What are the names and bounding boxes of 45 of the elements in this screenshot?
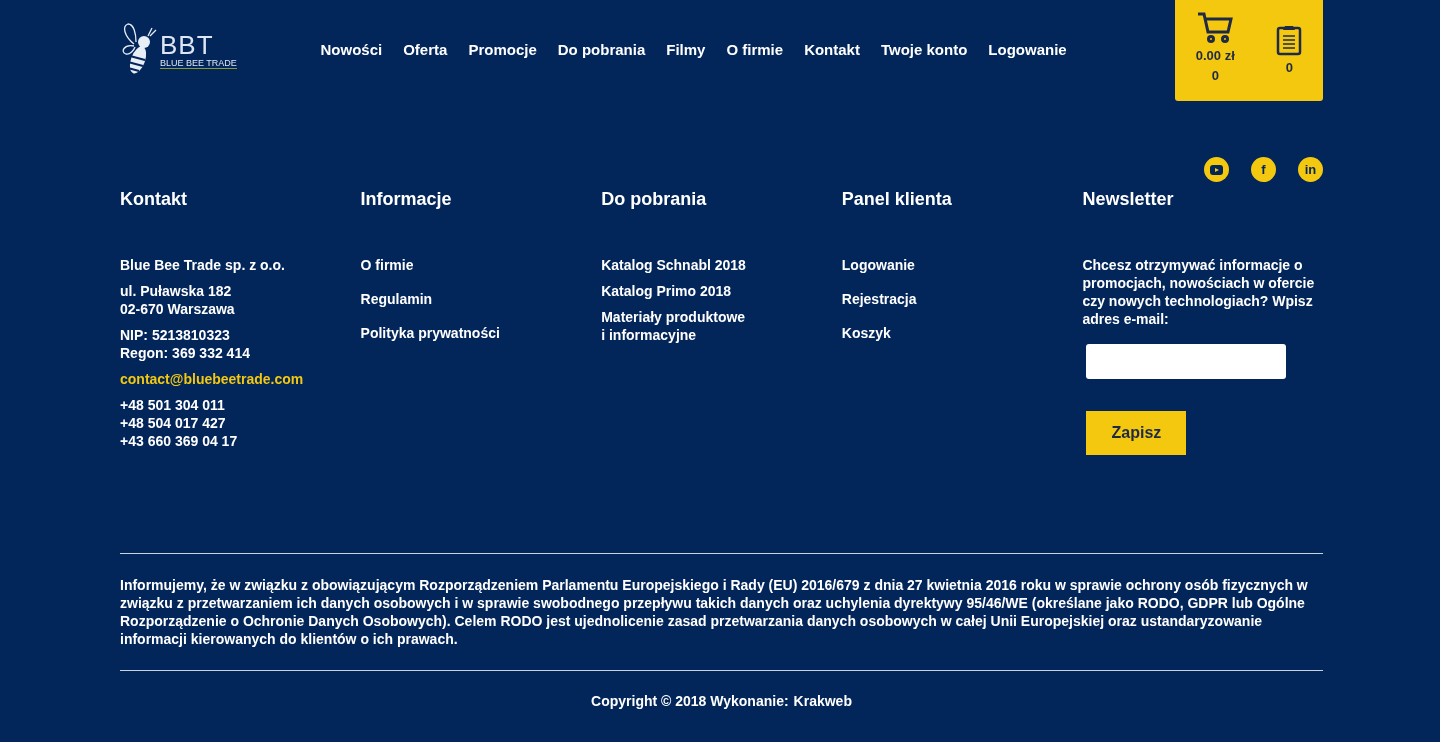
email-link[interactable]: contact@bluebeetrade.com — [120, 371, 304, 387]
facebook-icon[interactable]: f — [1251, 157, 1276, 182]
footer-link[interactable]: O firmie — [360, 256, 602, 274]
nav-link[interactable]: Oferta — [392, 41, 458, 58]
nav-link[interactable]: Twoje konto — [870, 41, 978, 58]
logo-subtitle: BLUE BEE TRADE — [160, 57, 237, 69]
nav-link[interactable]: Kontakt — [793, 41, 871, 58]
cart-icon — [1197, 12, 1234, 44]
column-heading: Do pobrania — [601, 189, 708, 210]
footer-link[interactable]: Regulamin — [360, 290, 602, 308]
nav-link[interactable]: Logowanie — [977, 41, 1078, 58]
cart-panel[interactable]: 0.00 zł 0 0 — [1175, 0, 1323, 101]
author-link[interactable]: Krakweb — [793, 693, 852, 709]
logo-text: BBT — [160, 31, 215, 58]
nav-link[interactable]: Nowości — [310, 41, 393, 58]
footer-link[interactable]: Katalog Schnabl 2018 — [601, 256, 842, 274]
footer-link[interactable]: Materiały produktowe i informacyjne — [601, 308, 842, 344]
linkedin-icon[interactable]: in — [1298, 157, 1323, 182]
nav-link[interactable]: Do pobrania — [547, 41, 656, 58]
footer-link[interactable]: Koszyk — [841, 324, 1083, 342]
email-input[interactable] — [1086, 344, 1287, 379]
footer-link[interactable]: Rejestracja — [841, 290, 1083, 308]
column-heading: Informacje — [360, 189, 453, 210]
footer-link[interactable]: Katalog Primo 2018 — [601, 282, 842, 300]
column-heading: Panel klienta — [841, 189, 953, 210]
youtube-icon[interactable] — [1204, 157, 1229, 182]
column-heading: Kontakt — [120, 189, 188, 210]
contact-text: ul. Puławska 182 02-670 Warszawa — [120, 282, 236, 318]
company-name: Blue Bee Trade sp. z o.o. — [120, 256, 286, 274]
privacy-notice: Informujemy, że w związku z obowiązującym Rozporządzeniem Parlamentu Europejskiego i Rady (EU) 2016/679 z dnia 27 kwietnia 2016 roku w sprawie ochrony osób fizycznych w związku z przetwarzaniem ich danych osobowych i w sprawie swobodnego przepływu takich danych oraz uchylenia dyrektywy 95/46/WE (określane jako RODO, GDPR lub Ogólne Rozporządzenie o Ochronie Danych Osobowych). Celem RODO jest ujednolicenie zasad przetwarzania danych osobowych w całej Unii Europejskiej oraz ustandaryzowanie informacji kierowanych do klientów o ich prawach. — [120, 576, 1309, 648]
contact-text: +48 501 304 011 +48 504 017 427 +43 660 369 04 17 — [120, 396, 239, 450]
list-count: 0 — [1285, 60, 1293, 76]
footer-link[interactable]: Polityka prywatności — [360, 324, 602, 342]
nav-link[interactable]: Filmy — [655, 41, 716, 58]
subscribe-button[interactable]: Zapisz — [1086, 411, 1187, 455]
footer-link[interactable]: Logowanie — [841, 256, 1083, 274]
column-heading: Newsletter — [1082, 189, 1175, 210]
nav-link[interactable]: O firmie — [715, 41, 794, 58]
nav-link[interactable]: Promocje — [457, 41, 548, 58]
copyright-text: Copyright © 2018 Wykonanie: — [591, 693, 789, 709]
cart-count: 0 — [1211, 68, 1219, 84]
contact-text: NIP: 5213810323 Regon: 369 332 414 — [120, 326, 251, 362]
clipboard-icon — [1276, 24, 1303, 56]
newsletter-text: Chcesz otrzymywać informacje o promocjach, nowościach w ofercie czy nowych technologiach? Wpisz adres e-mail: — [1082, 256, 1316, 328]
cart-total: 0.00 zł — [1195, 48, 1235, 64]
